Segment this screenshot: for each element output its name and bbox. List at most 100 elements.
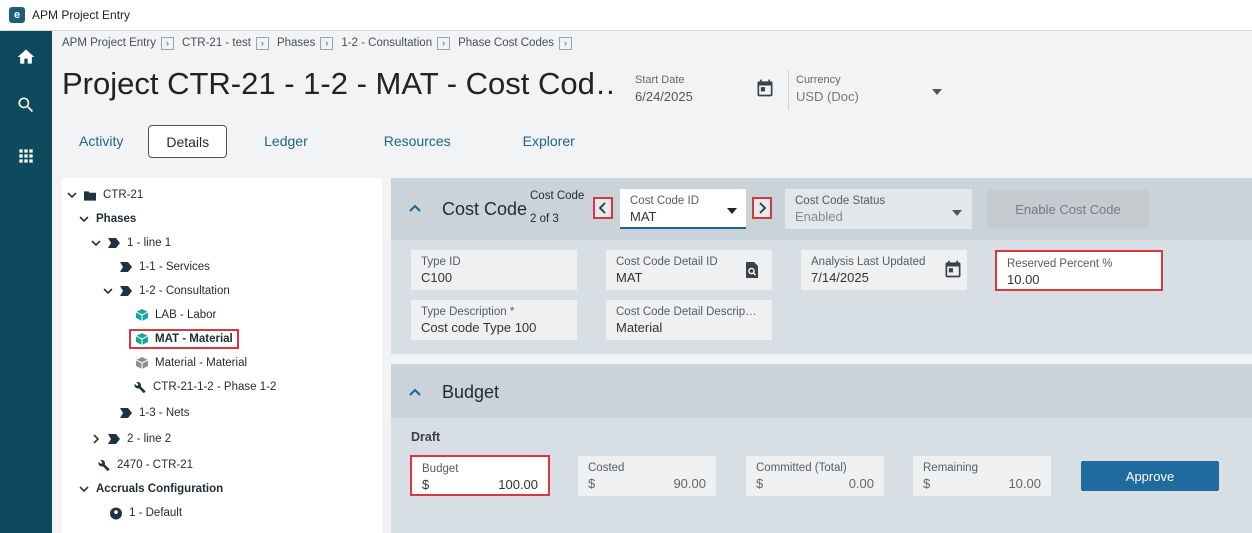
type-description-label: Type Description * — [421, 306, 515, 318]
enable-cost-code-button[interactable]: Enable Cost Code — [987, 190, 1149, 228]
tree-node-line1[interactable]: 1 - line 1 — [90, 234, 171, 252]
header-divider — [788, 70, 789, 110]
draft-label: Draft — [411, 430, 441, 444]
chevron-up-icon[interactable] — [408, 201, 422, 215]
tree-node-mat-material[interactable]: MAT - Material — [136, 330, 233, 348]
tab-explorer[interactable]: Explorer — [506, 125, 592, 158]
tree-node-default[interactable]: 1 - Default — [110, 504, 182, 522]
chevron-right-icon[interactable]: › — [320, 36, 334, 50]
chevron-down-icon[interactable] — [90, 237, 102, 249]
chevron-down-icon[interactable] — [66, 189, 78, 201]
budget-amount-value: 100.00 — [498, 477, 538, 492]
cost-code-cube-icon — [136, 309, 148, 321]
chevron-right-icon[interactable]: › — [559, 36, 572, 50]
accrual-circle-icon — [110, 507, 122, 519]
chevron-down-icon[interactable] — [727, 208, 737, 214]
next-cost-code-button[interactable] — [752, 197, 772, 219]
chevron-down-icon[interactable] — [78, 483, 90, 495]
tree-node-accruals[interactable]: Accruals Configuration — [78, 480, 223, 498]
calendar-icon[interactable] — [943, 259, 963, 279]
cost-code-counter-label: Cost Code — [530, 190, 585, 202]
cost-code-detail-id-label: Cost Code Detail ID — [616, 256, 718, 268]
tab-activity[interactable]: Activity — [62, 125, 140, 158]
folder-icon — [84, 189, 96, 201]
chevron-right-icon[interactable]: › — [160, 36, 174, 50]
analysis-last-updated-label: Analysis Last Updated — [811, 256, 926, 268]
budget-amount-field[interactable]: Budget $100.00 — [410, 455, 550, 496]
breadcrumb-item[interactable]: Phases › — [277, 36, 334, 50]
budget-amount-label: Budget — [422, 463, 459, 475]
cost-code-status-select[interactable]: Cost Code Status Enabled — [785, 189, 972, 229]
app-logo-icon: e — [9, 7, 25, 23]
chevron-right-icon[interactable] — [90, 433, 102, 445]
chevron-down-icon[interactable] — [78, 213, 90, 225]
remaining-amount-field: Remaining $10.00 — [913, 456, 1051, 496]
previous-cost-code-button[interactable] — [593, 197, 613, 219]
start-date-field[interactable]: Start Date 6/24/2025 — [635, 74, 693, 104]
chevron-right-icon — [759, 202, 767, 214]
tree-node-material-material[interactable]: Material - Material — [136, 354, 247, 372]
phase-tag-icon — [120, 261, 132, 273]
window-titlebar: e APM Project Entry — [0, 0, 1252, 31]
calendar-icon[interactable] — [755, 78, 775, 98]
remaining-amount-value: 10.00 — [1008, 476, 1041, 491]
currency-symbol: $ — [756, 476, 764, 491]
tab-bar: Activity Details Ledger Resources Explor… — [62, 125, 592, 158]
type-description-value: Cost code Type 100 — [421, 320, 537, 335]
analysis-last-updated-value: 7/14/2025 — [811, 270, 869, 285]
tree-node-line2[interactable]: 2 - line 2 — [90, 430, 171, 448]
breadcrumb-item[interactable]: Phase Cost Codes › — [458, 36, 572, 50]
tree-node-phase-1-2[interactable]: CTR-21-1-2 - Phase 1-2 — [134, 378, 276, 396]
tree-node-consultation[interactable]: 1-2 - Consultation — [102, 282, 230, 300]
lookup-search-icon[interactable] — [745, 262, 759, 278]
tree-node-ctr21[interactable]: CTR-21 — [66, 186, 143, 204]
home-button[interactable] — [0, 33, 52, 81]
tree-node-2470[interactable]: 2470 - CTR-21 — [98, 456, 193, 474]
breadcrumb-item[interactable]: CTR-21 - test › — [182, 36, 269, 50]
cost-code-detail-description-field[interactable]: Cost Code Detail Descrip… Material — [606, 300, 772, 340]
chevron-right-icon[interactable]: › — [437, 36, 451, 50]
home-icon — [17, 49, 35, 64]
currency-symbol: $ — [422, 477, 430, 492]
breadcrumb-item[interactable]: 1-2 - Consultation › — [341, 36, 451, 50]
tree-node-phases[interactable]: Phases — [78, 210, 136, 228]
remaining-amount-label: Remaining — [923, 462, 978, 474]
cost-code-id-label: Cost Code ID — [630, 195, 700, 207]
search-button[interactable] — [0, 81, 52, 129]
type-id-field[interactable]: Type ID C100 — [411, 250, 577, 290]
costed-amount-value: 90.00 — [673, 476, 706, 491]
currency-symbol: $ — [923, 476, 931, 491]
currency-symbol: $ — [588, 476, 596, 491]
window-title: APM Project Entry — [32, 8, 131, 22]
tab-resources[interactable]: Resources — [367, 125, 468, 158]
approve-button[interactable]: Approve — [1081, 461, 1219, 491]
tree-node-services[interactable]: 1-1 - Services — [120, 258, 210, 276]
cost-code-detail-description-label: Cost Code Detail Descrip… — [616, 306, 757, 318]
type-description-field[interactable]: Type Description * Cost code Type 100 — [411, 300, 577, 340]
chevron-down-icon[interactable] — [952, 210, 962, 216]
start-date-label: Start Date — [635, 74, 685, 86]
costed-amount-field: Costed $90.00 — [578, 456, 716, 496]
budget-panel — [391, 364, 1252, 533]
type-id-label: Type ID — [421, 256, 461, 268]
type-id-value: C100 — [421, 270, 453, 285]
chevron-up-icon[interactable] — [408, 385, 422, 399]
tree-node-labor[interactable]: LAB - Labor — [136, 306, 216, 324]
tab-ledger[interactable]: Ledger — [247, 125, 325, 158]
reserved-percent-value: 10.00 — [1007, 272, 1040, 287]
cost-code-detail-id-value: MAT — [616, 270, 643, 285]
cost-code-cube-icon — [136, 357, 148, 369]
apps-button[interactable] — [0, 132, 52, 180]
currency-select[interactable]: Currency USD (Doc) — [796, 74, 859, 104]
breadcrumb: APM Project Entry › CTR-21 - test › Phases… — [62, 34, 580, 52]
chevron-right-icon[interactable]: › — [255, 36, 269, 50]
chevron-down-icon[interactable] — [102, 285, 114, 297]
cost-code-counter: 2 of 3 — [530, 213, 559, 225]
reserved-percent-field[interactable]: Reserved Percent % 10.00 — [995, 250, 1163, 291]
chevron-down-icon[interactable] — [932, 89, 942, 95]
reserved-percent-label: Reserved Percent % — [1007, 258, 1113, 270]
tab-details[interactable]: Details — [148, 125, 228, 158]
tree-node-nets[interactable]: 1-3 - Nets — [120, 404, 190, 422]
phase-tag-icon — [120, 285, 132, 297]
breadcrumb-item[interactable]: APM Project Entry › — [62, 36, 174, 50]
